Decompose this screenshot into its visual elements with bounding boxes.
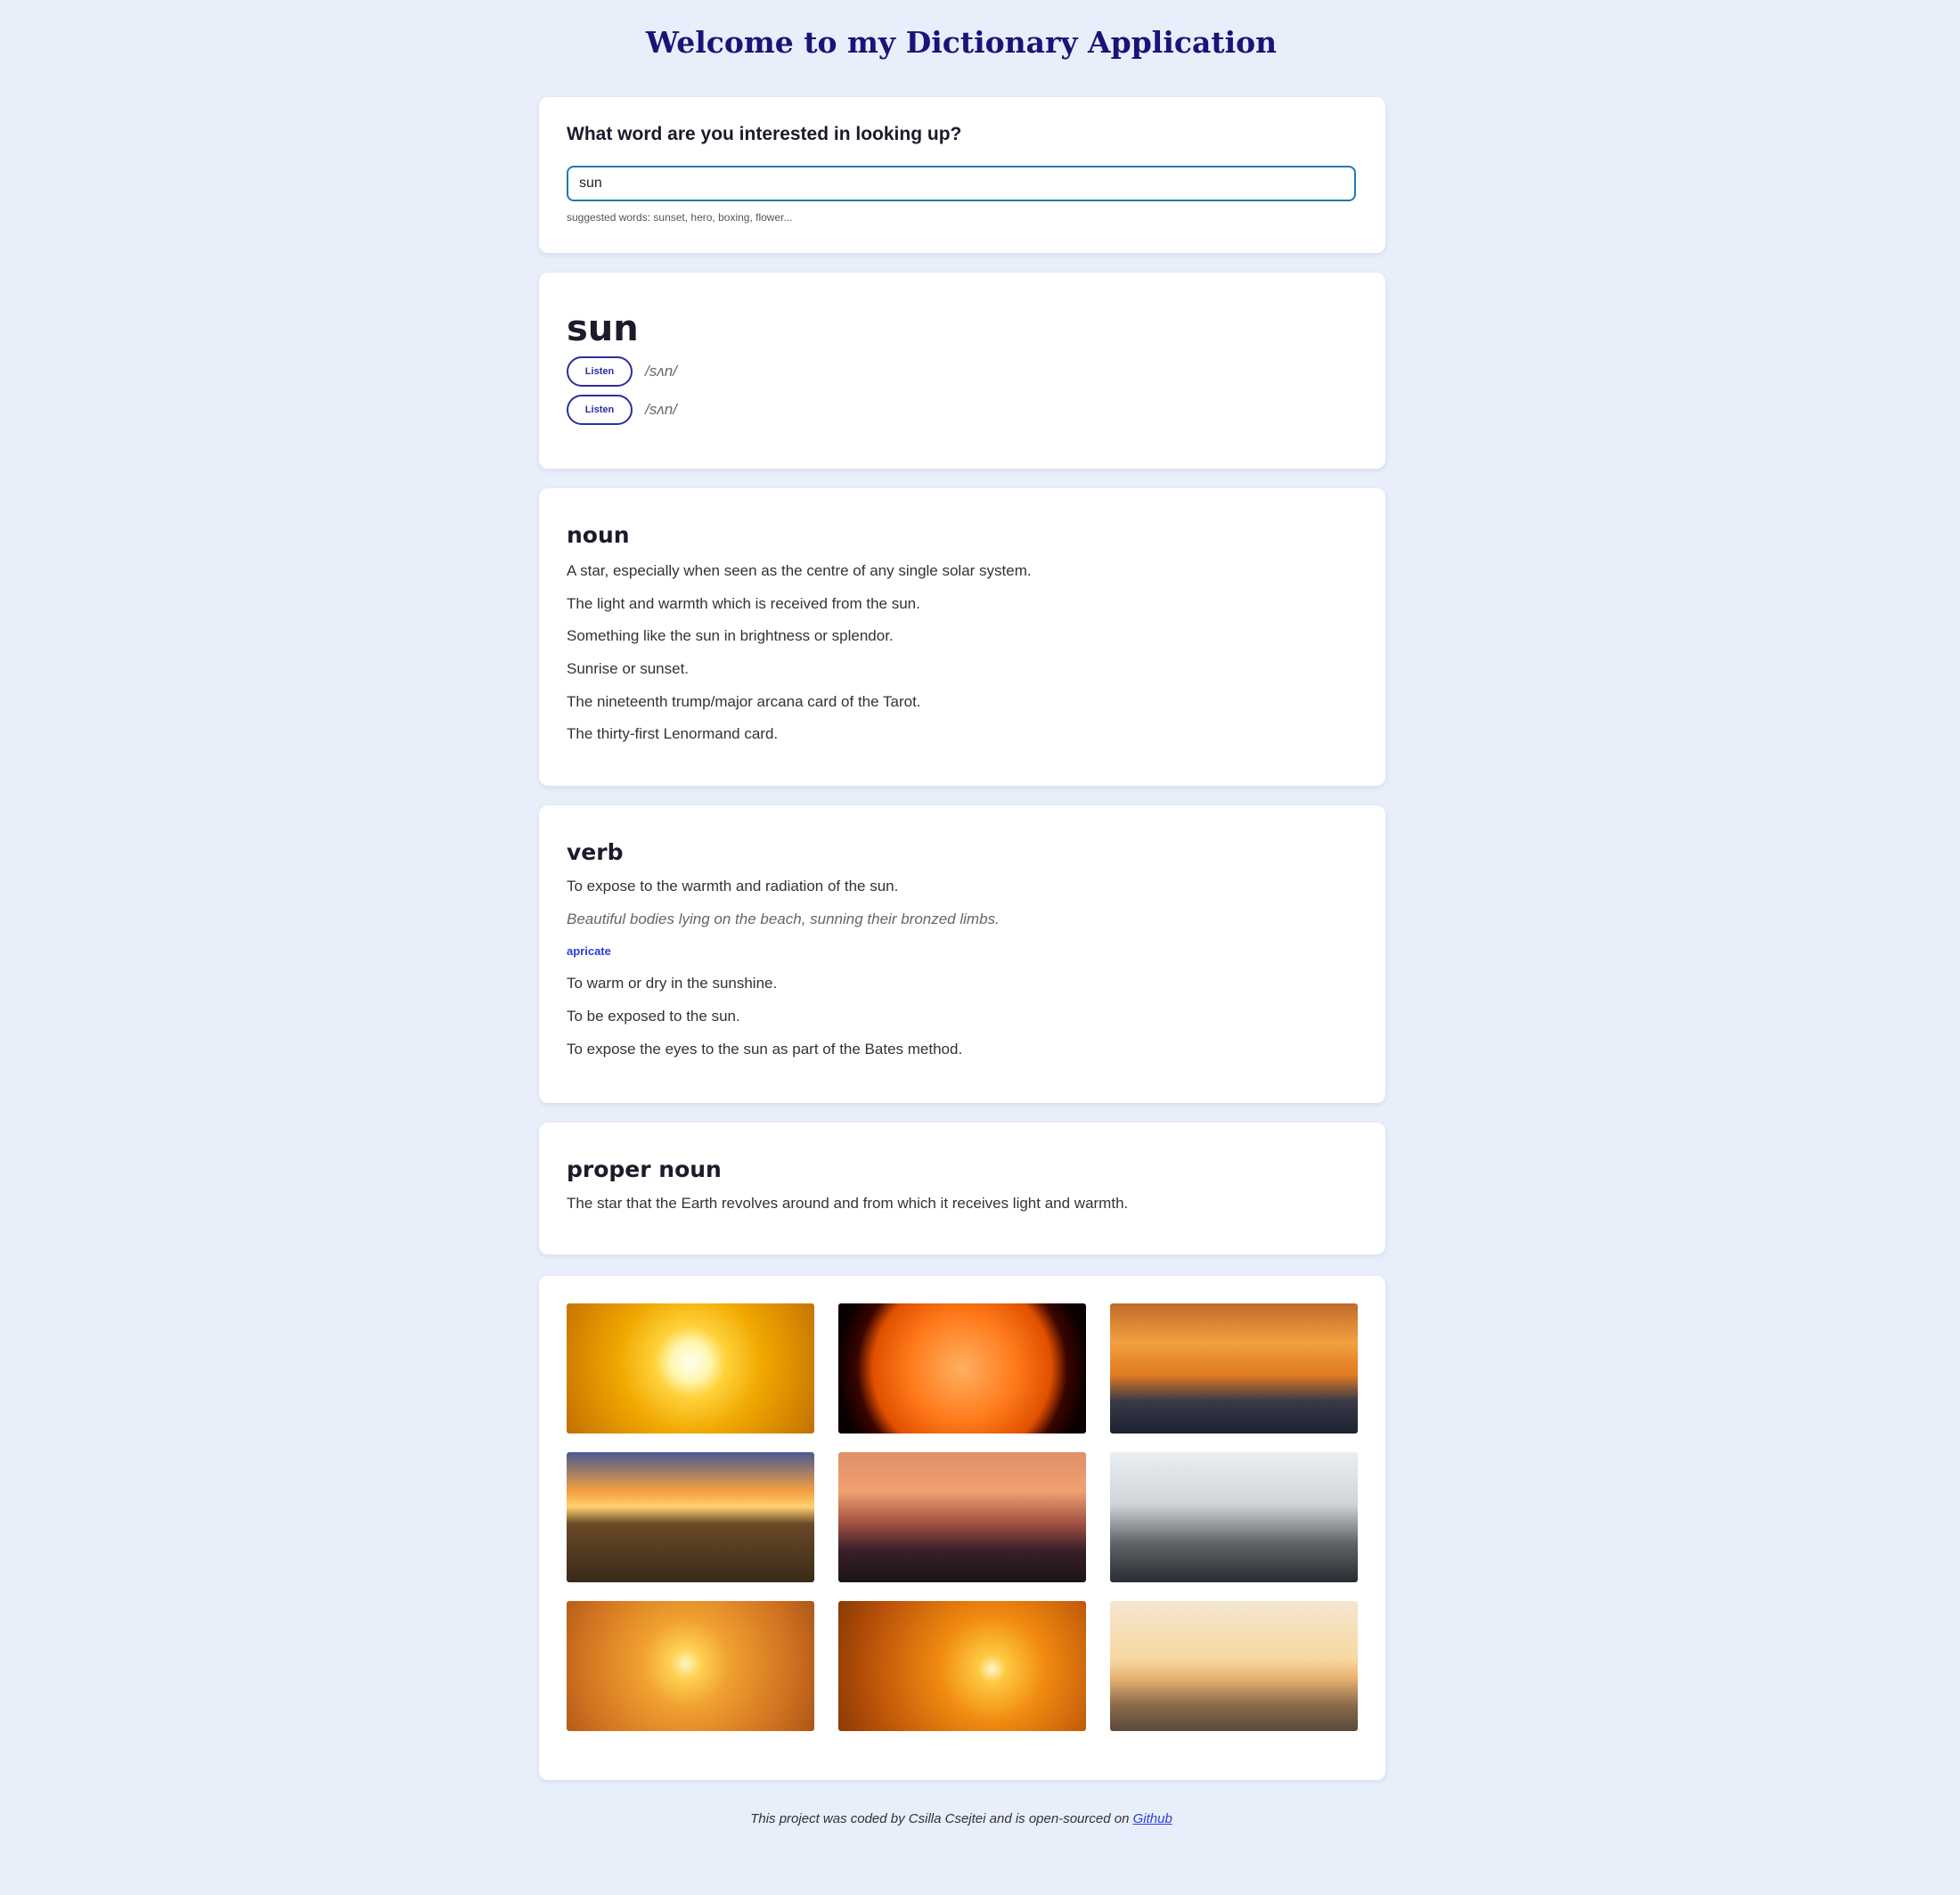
definition-item: To expose to the warmth and radiation of… — [567, 878, 899, 894]
search-label: What word are you interested in looking … — [567, 124, 962, 144]
noun-meaning-card: noun A star, especially when seen as the… — [539, 488, 1385, 786]
sun-photo[interactable] — [567, 1303, 814, 1434]
search-input[interactable] — [567, 166, 1356, 201]
sun-photo[interactable] — [838, 1303, 1086, 1434]
definition-list: The star that the Earth revolves around … — [567, 1194, 1128, 1227]
definition-item: To be exposed to the sun. — [567, 1008, 740, 1025]
part-of-speech-heading: noun — [567, 522, 630, 548]
definition-item: The star that the Earth revolves around … — [567, 1195, 1129, 1212]
part-of-speech-heading: proper noun — [567, 1156, 722, 1182]
definition-item: The light and warmth which is received f… — [567, 594, 920, 612]
synonym-link[interactable]: apricate — [567, 942, 1000, 974]
phonetic-row: Listen /sʌn/ — [567, 394, 677, 426]
image-gallery-card — [539, 1276, 1385, 1780]
proper-noun-meaning-card: proper noun The star that the Earth revo… — [539, 1123, 1385, 1254]
definition-item: To expose the eyes to the sun as part of… — [567, 1040, 963, 1058]
verb-meaning-card: verb To expose to the warmth and radiati… — [539, 805, 1385, 1103]
definition-item: The nineteenth trump/major arcana card o… — [567, 692, 921, 710]
sun-photo[interactable] — [838, 1452, 1086, 1582]
definition-item: A star, especially when seen as the cent… — [567, 562, 1032, 579]
sun-photo[interactable] — [567, 1601, 814, 1731]
phonetic-text: /sʌn/ — [645, 401, 677, 418]
definition-list: A star, especially when seen as the cent… — [567, 561, 1032, 757]
phonetic-row: Listen /sʌn/ — [567, 355, 677, 388]
definition-list: To expose to the warmth and radiation of… — [567, 877, 1000, 1072]
definition-item: To warm or dry in the sunshine. — [567, 975, 778, 992]
footer-text: This project was coded by Csilla Csejtei… — [750, 1811, 1133, 1826]
part-of-speech-heading: verb — [567, 839, 624, 865]
definition-example: Beautiful bodies lying on the beach, sun… — [567, 910, 1000, 927]
github-link[interactable]: Github — [1133, 1811, 1172, 1826]
word-card: sun Listen /sʌn/ Listen /sʌn/ — [539, 273, 1385, 469]
search-card: What word are you interested in looking … — [539, 97, 1385, 253]
definition-item: Something like the sun in brightness or … — [567, 627, 894, 645]
phonetic-text: /sʌn/ — [645, 363, 677, 380]
word-heading: sun — [567, 308, 639, 349]
definition-item: Sunrise or sunset. — [567, 660, 690, 678]
definition-item: The thirty-first Lenormand card. — [567, 725, 779, 743]
suggested-words-hint: suggested words: sunset, hero, boxing, f… — [567, 211, 793, 224]
footer: This project was coded by Csilla Csejtei… — [0, 1811, 1923, 1826]
page-title: Welcome to my Dictionary Application — [645, 25, 1278, 60]
sun-photo[interactable] — [1110, 1303, 1358, 1434]
sun-photo[interactable] — [1110, 1452, 1358, 1582]
sun-photo[interactable] — [838, 1601, 1086, 1731]
listen-button[interactable]: Listen — [567, 356, 633, 387]
listen-button[interactable]: Listen — [567, 395, 633, 425]
sun-photo[interactable] — [567, 1452, 814, 1582]
sun-photo[interactable] — [1110, 1601, 1358, 1731]
